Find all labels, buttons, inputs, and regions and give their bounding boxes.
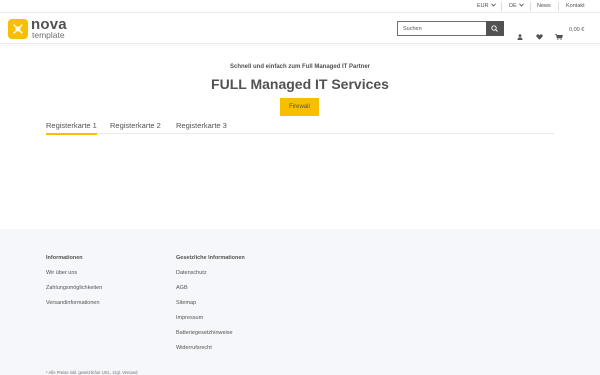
footer-link-withdrawal[interactable]: Widerrufsrecht xyxy=(176,345,212,351)
footer-link-sitemap[interactable]: Sitemap xyxy=(176,300,196,306)
footer-heading-legal: Gesetzliche Informationen xyxy=(176,255,245,261)
footer-link-battery[interactable]: Batteriegesetzhinweise xyxy=(176,330,233,336)
wishlist-button[interactable] xyxy=(536,27,543,45)
search-icon xyxy=(491,25,498,32)
page-title: FULL Managed IT Services xyxy=(211,76,389,92)
footer-link-payment[interactable]: Zahlungsmöglichkeiten xyxy=(46,285,102,291)
account-button[interactable] xyxy=(517,27,523,45)
header: nova template 0,00 € xyxy=(0,13,600,44)
cart-icon xyxy=(555,34,563,40)
page-subtitle: Schnell und einfach zum Full Managed IT … xyxy=(229,64,371,70)
search-input[interactable] xyxy=(397,21,486,36)
price-note: * Alle Preise inkl. gesetzlicher USt., z… xyxy=(46,370,138,375)
footer: Informationen Wir über uns Zahlungsmögli… xyxy=(0,229,600,375)
chevron-down-icon xyxy=(519,3,524,7)
footer-heading-informationen: Informationen xyxy=(46,255,83,261)
footer-link-shipping[interactable]: Versandinformationen xyxy=(46,300,100,306)
tab-registerkarte-3[interactable]: Registerkarte 3 xyxy=(176,121,227,134)
footer-link-imprint[interactable]: Impressum xyxy=(176,315,203,321)
currency-select[interactable]: EUR xyxy=(477,3,496,9)
logo-mark-icon xyxy=(8,19,28,39)
chevron-down-icon xyxy=(491,3,496,7)
price-note-text: * Alle Preise inkl. gesetzlicher USt., z… xyxy=(46,370,121,375)
firewall-button[interactable]: Firewall xyxy=(280,98,319,116)
tab-registerkarte-1[interactable]: Registerkarte 1 xyxy=(46,121,97,135)
top-bar: EUR DE News Kontakt xyxy=(0,0,600,13)
contact-link[interactable]: Kontakt xyxy=(566,3,585,9)
language-label: DE xyxy=(509,3,517,9)
divider xyxy=(501,2,502,11)
shipping-link[interactable]: Versand xyxy=(122,370,137,375)
footer-link-privacy[interactable]: Datenschutz xyxy=(176,270,207,276)
news-link[interactable]: News xyxy=(537,3,551,9)
currency-label: EUR xyxy=(477,3,489,9)
footer-link-about[interactable]: Wir über uns xyxy=(46,270,77,276)
cart-total[interactable]: 0,00 € xyxy=(569,27,584,33)
cart-button[interactable] xyxy=(555,27,563,45)
tab-bar: Registerkarte 1 Registerkarte 2 Register… xyxy=(46,120,554,135)
user-icon xyxy=(517,34,523,40)
divider xyxy=(530,2,531,11)
search-button[interactable] xyxy=(486,21,504,36)
tab-registerkarte-2[interactable]: Registerkarte 2 xyxy=(110,121,161,134)
heart-icon xyxy=(536,34,543,40)
language-select[interactable]: DE xyxy=(509,3,524,9)
logo-subtitle: template xyxy=(32,30,65,40)
footer-link-terms[interactable]: AGB xyxy=(176,285,188,291)
divider xyxy=(558,2,559,11)
